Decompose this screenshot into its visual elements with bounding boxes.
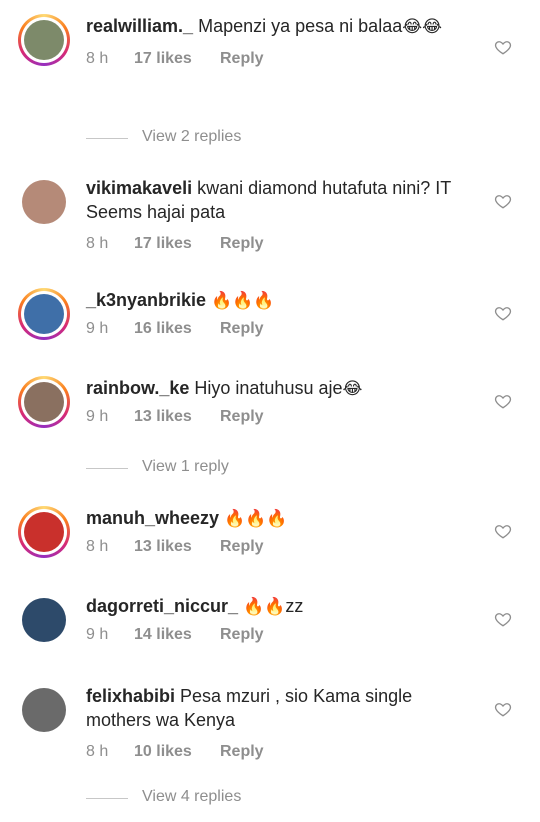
view-replies-label[interactable]: View 1 reply xyxy=(142,458,229,476)
comment-likes[interactable]: 10 likes xyxy=(134,742,220,762)
comment-likes[interactable]: 17 likes xyxy=(134,49,220,69)
avatar[interactable] xyxy=(18,376,70,428)
comment-username[interactable]: realwilliam._ xyxy=(86,16,193,36)
reply-button[interactable]: Reply xyxy=(220,742,264,762)
comment-likes[interactable]: 14 likes xyxy=(134,625,220,645)
replies-divider xyxy=(86,798,128,799)
heart-icon[interactable] xyxy=(494,38,512,56)
avatar[interactable] xyxy=(18,176,70,228)
view-replies-label[interactable]: View 4 replies xyxy=(142,788,241,806)
comment-username[interactable]: _k3nyanbrikie xyxy=(86,290,206,310)
comment-emoji: 😂😂 xyxy=(402,17,442,37)
reply-button[interactable]: Reply xyxy=(220,537,264,557)
comment-text: Mapenzi ya pesa ni balaa xyxy=(198,16,403,36)
replies-divider xyxy=(86,138,128,139)
reply-button[interactable]: Reply xyxy=(220,49,264,69)
comment-time: 8 h xyxy=(86,538,109,555)
view-replies-label[interactable]: View 2 replies xyxy=(142,128,241,146)
comment-time: 9 h xyxy=(86,626,109,643)
avatar[interactable] xyxy=(18,14,70,66)
heart-icon[interactable] xyxy=(494,610,512,628)
reply-button[interactable]: Reply xyxy=(220,319,264,339)
replies-divider xyxy=(86,468,128,469)
comment-time: 8 h xyxy=(86,50,109,67)
comment-time: 9 h xyxy=(86,320,109,337)
reply-button[interactable]: Reply xyxy=(220,234,264,254)
comment-text: Hiyo inatuhusu aje xyxy=(194,378,343,398)
comment-time: 9 h xyxy=(86,408,109,425)
reply-button[interactable]: Reply xyxy=(220,625,264,645)
comment-text: zz xyxy=(285,596,304,616)
comment-emoji: 🔥🔥🔥 xyxy=(211,291,275,311)
comment-username[interactable]: felixhabibi xyxy=(86,686,175,706)
heart-icon[interactable] xyxy=(494,304,512,322)
avatar[interactable] xyxy=(18,506,70,558)
avatar[interactable] xyxy=(18,288,70,340)
avatar[interactable] xyxy=(18,684,70,736)
comment-likes[interactable]: 13 likes xyxy=(134,407,220,427)
comment-likes[interactable]: 16 likes xyxy=(134,319,220,339)
heart-icon[interactable] xyxy=(494,522,512,540)
comment-emoji: 🔥🔥 xyxy=(243,597,286,617)
comment-time: 8 h xyxy=(86,743,109,760)
comment-time: 8 h xyxy=(86,235,109,252)
avatar[interactable] xyxy=(18,594,70,646)
heart-icon[interactable] xyxy=(494,700,512,718)
comment-likes[interactable]: 17 likes xyxy=(134,234,220,254)
comment-emoji: 🔥🔥🔥 xyxy=(224,509,288,529)
comment-likes[interactable]: 13 likes xyxy=(134,537,220,557)
comment-username[interactable]: vikimakaveli xyxy=(86,178,192,198)
heart-icon[interactable] xyxy=(494,192,512,210)
heart-icon[interactable] xyxy=(494,392,512,410)
comment-username[interactable]: rainbow._ke xyxy=(86,378,189,398)
comment-username[interactable]: dagorreti_niccur_ xyxy=(86,596,238,616)
comments-list: realwilliam._ Mapenzi ya pesa ni balaa😂😂… xyxy=(0,0,540,822)
comment-username[interactable]: manuh_wheezy xyxy=(86,508,219,528)
reply-button[interactable]: Reply xyxy=(220,407,264,427)
comment-emoji: 😂 xyxy=(342,379,363,399)
